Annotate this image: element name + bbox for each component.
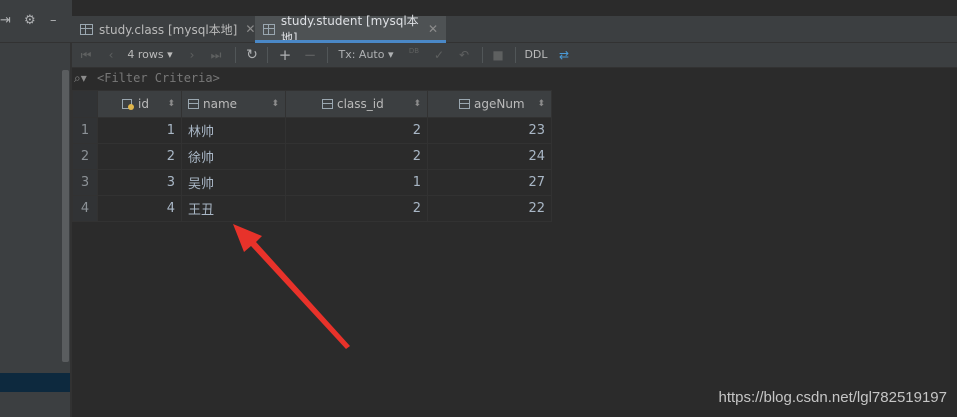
watermark-text: https://blog.csdn.net/lgl782519197 [718, 389, 947, 406]
annotation-arrow [233, 224, 350, 349]
annotation-arrow-shape [233, 224, 350, 349]
